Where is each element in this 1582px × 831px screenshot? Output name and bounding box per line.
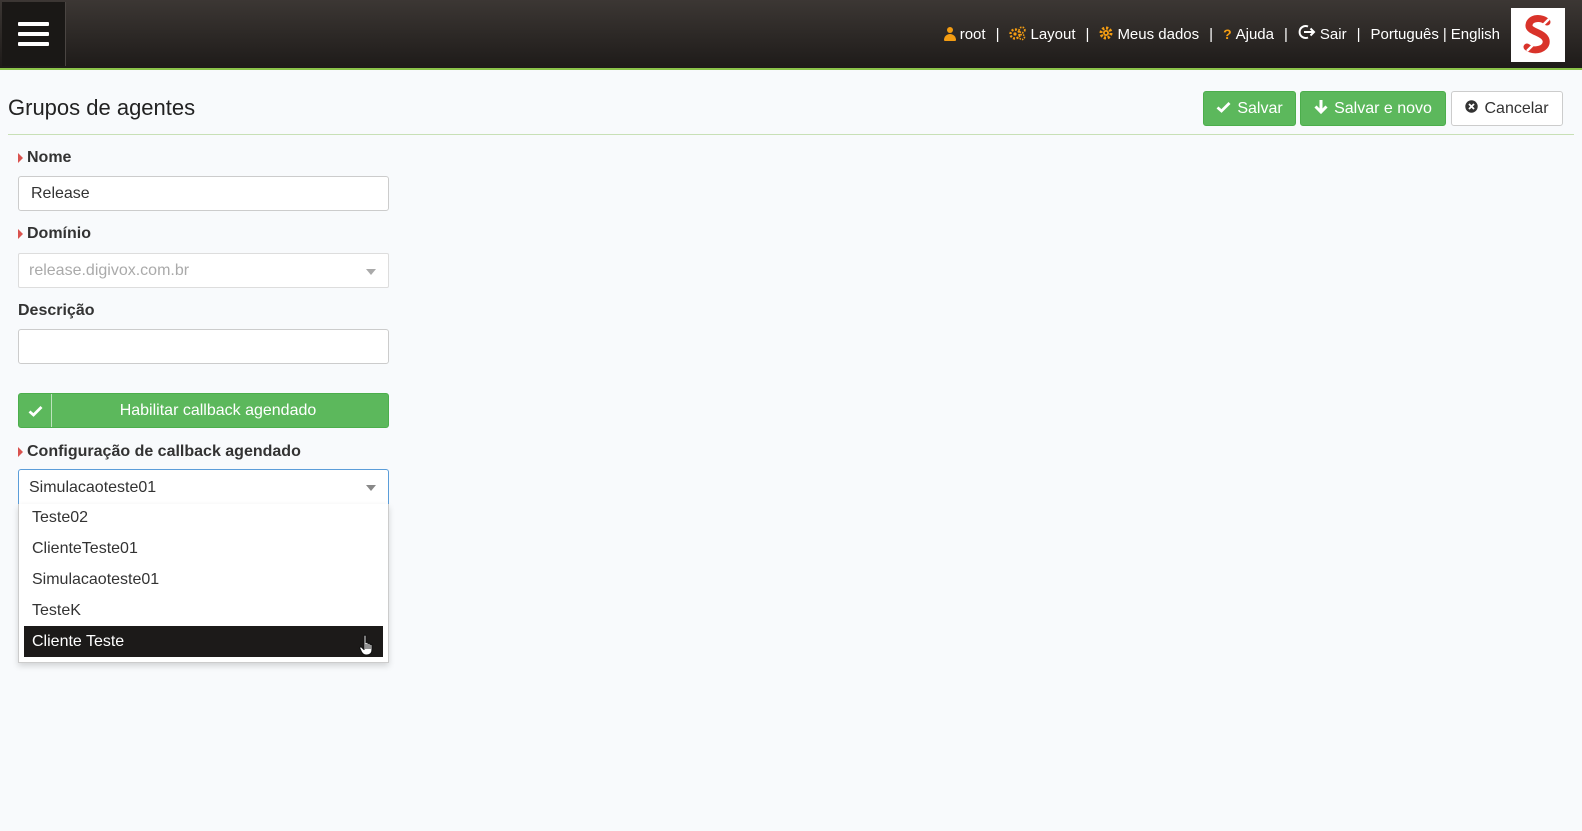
menu-icon[interactable]: [2, 2, 66, 66]
logout-link[interactable]: Sair: [1298, 24, 1347, 44]
domain-label: Domínio: [27, 225, 91, 242]
cancel-label: Cancelar: [1484, 99, 1549, 117]
hand-pointer-icon: [359, 634, 375, 661]
gear-icon: [1099, 26, 1113, 42]
name-label: Nome: [27, 149, 72, 166]
logout-label: Sair: [1319, 25, 1347, 43]
required-marker-icon: [18, 229, 23, 239]
dropdown-option[interactable]: Simulacaoteste01: [24, 564, 383, 595]
callback-toggle-label: Habilitar callback agendado: [119, 401, 317, 419]
required-marker-icon: [18, 447, 23, 457]
check-icon: [1216, 100, 1231, 118]
nav-separator: |: [1356, 25, 1361, 43]
callback-config-label: Configuração de callback agendado: [27, 443, 301, 460]
top-nav: root | Layout | Meus dados | ? Ajuda | S…: [943, 0, 1500, 68]
language-pt[interactable]: Português: [1371, 26, 1439, 43]
top-bar: root | Layout | Meus dados | ? Ajuda | S…: [0, 0, 1582, 70]
my-data-label: Meus dados: [1117, 25, 1200, 43]
layout-link[interactable]: Layout: [1009, 25, 1076, 43]
help-label: Ajuda: [1235, 25, 1274, 43]
description-label: Descrição: [18, 302, 95, 319]
caret-down-icon: [366, 269, 376, 275]
sign-out-icon: [1298, 24, 1316, 44]
dropdown-option[interactable]: ClienteTeste01: [24, 533, 383, 564]
domain-select: release.digivox.com.br: [18, 253, 389, 288]
caret-down-icon: [366, 485, 376, 491]
domain-value: release.digivox.com.br: [29, 261, 190, 279]
question-icon: ?: [1223, 26, 1232, 42]
domain-label-row: Domínio: [18, 225, 91, 243]
check-icon: [19, 394, 52, 427]
dropdown-option-label: Cliente Teste: [32, 632, 125, 650]
language-separator: |: [1442, 25, 1447, 43]
cogs-icon: [1009, 25, 1027, 43]
name-label-row: Nome: [18, 149, 71, 167]
language-en[interactable]: English: [1451, 26, 1500, 43]
nav-separator: |: [995, 25, 1000, 43]
times-circle-icon: [1465, 99, 1479, 118]
dropdown-option-highlighted[interactable]: Cliente Teste: [24, 626, 383, 657]
callback-config-dropdown: Teste02 ClienteTeste01 Simulacaoteste01 …: [18, 504, 389, 663]
nav-separator: |: [1209, 25, 1214, 43]
page-title: Grupos de agentes: [8, 95, 196, 120]
logo-icon[interactable]: [1511, 8, 1565, 62]
nav-separator: |: [1085, 25, 1090, 43]
layout-label: Layout: [1030, 25, 1076, 43]
callback-config-selected: Simulacaoteste01: [29, 478, 157, 496]
user-icon: [943, 27, 956, 41]
header-divider: [8, 134, 1574, 135]
my-data-link[interactable]: Meus dados: [1099, 26, 1199, 43]
user-name: root: [959, 25, 986, 43]
dropdown-option[interactable]: Teste02: [24, 502, 383, 533]
dropdown-option[interactable]: TesteK: [24, 595, 383, 626]
save-and-new-label: Salvar e novo: [1334, 99, 1432, 117]
cancel-button[interactable]: Cancelar: [1451, 91, 1563, 126]
name-input[interactable]: [18, 176, 389, 211]
required-marker-icon: [18, 153, 23, 163]
nav-separator: |: [1284, 25, 1288, 43]
save-and-new-button[interactable]: Salvar e novo: [1300, 91, 1446, 126]
description-input[interactable]: [18, 329, 389, 364]
callback-config-select[interactable]: Simulacaoteste01: [18, 469, 389, 505]
arrow-down-icon: [1314, 99, 1328, 119]
description-label-row: Descrição: [18, 302, 95, 320]
callback-toggle[interactable]: Habilitar callback agendado: [18, 393, 389, 428]
user-menu[interactable]: root: [943, 25, 986, 43]
save-button[interactable]: Salvar: [1203, 91, 1296, 126]
save-label: Salvar: [1237, 99, 1283, 117]
callback-config-label-row: Configuração de callback agendado: [18, 443, 301, 461]
help-link[interactable]: ? Ajuda: [1223, 26, 1274, 43]
